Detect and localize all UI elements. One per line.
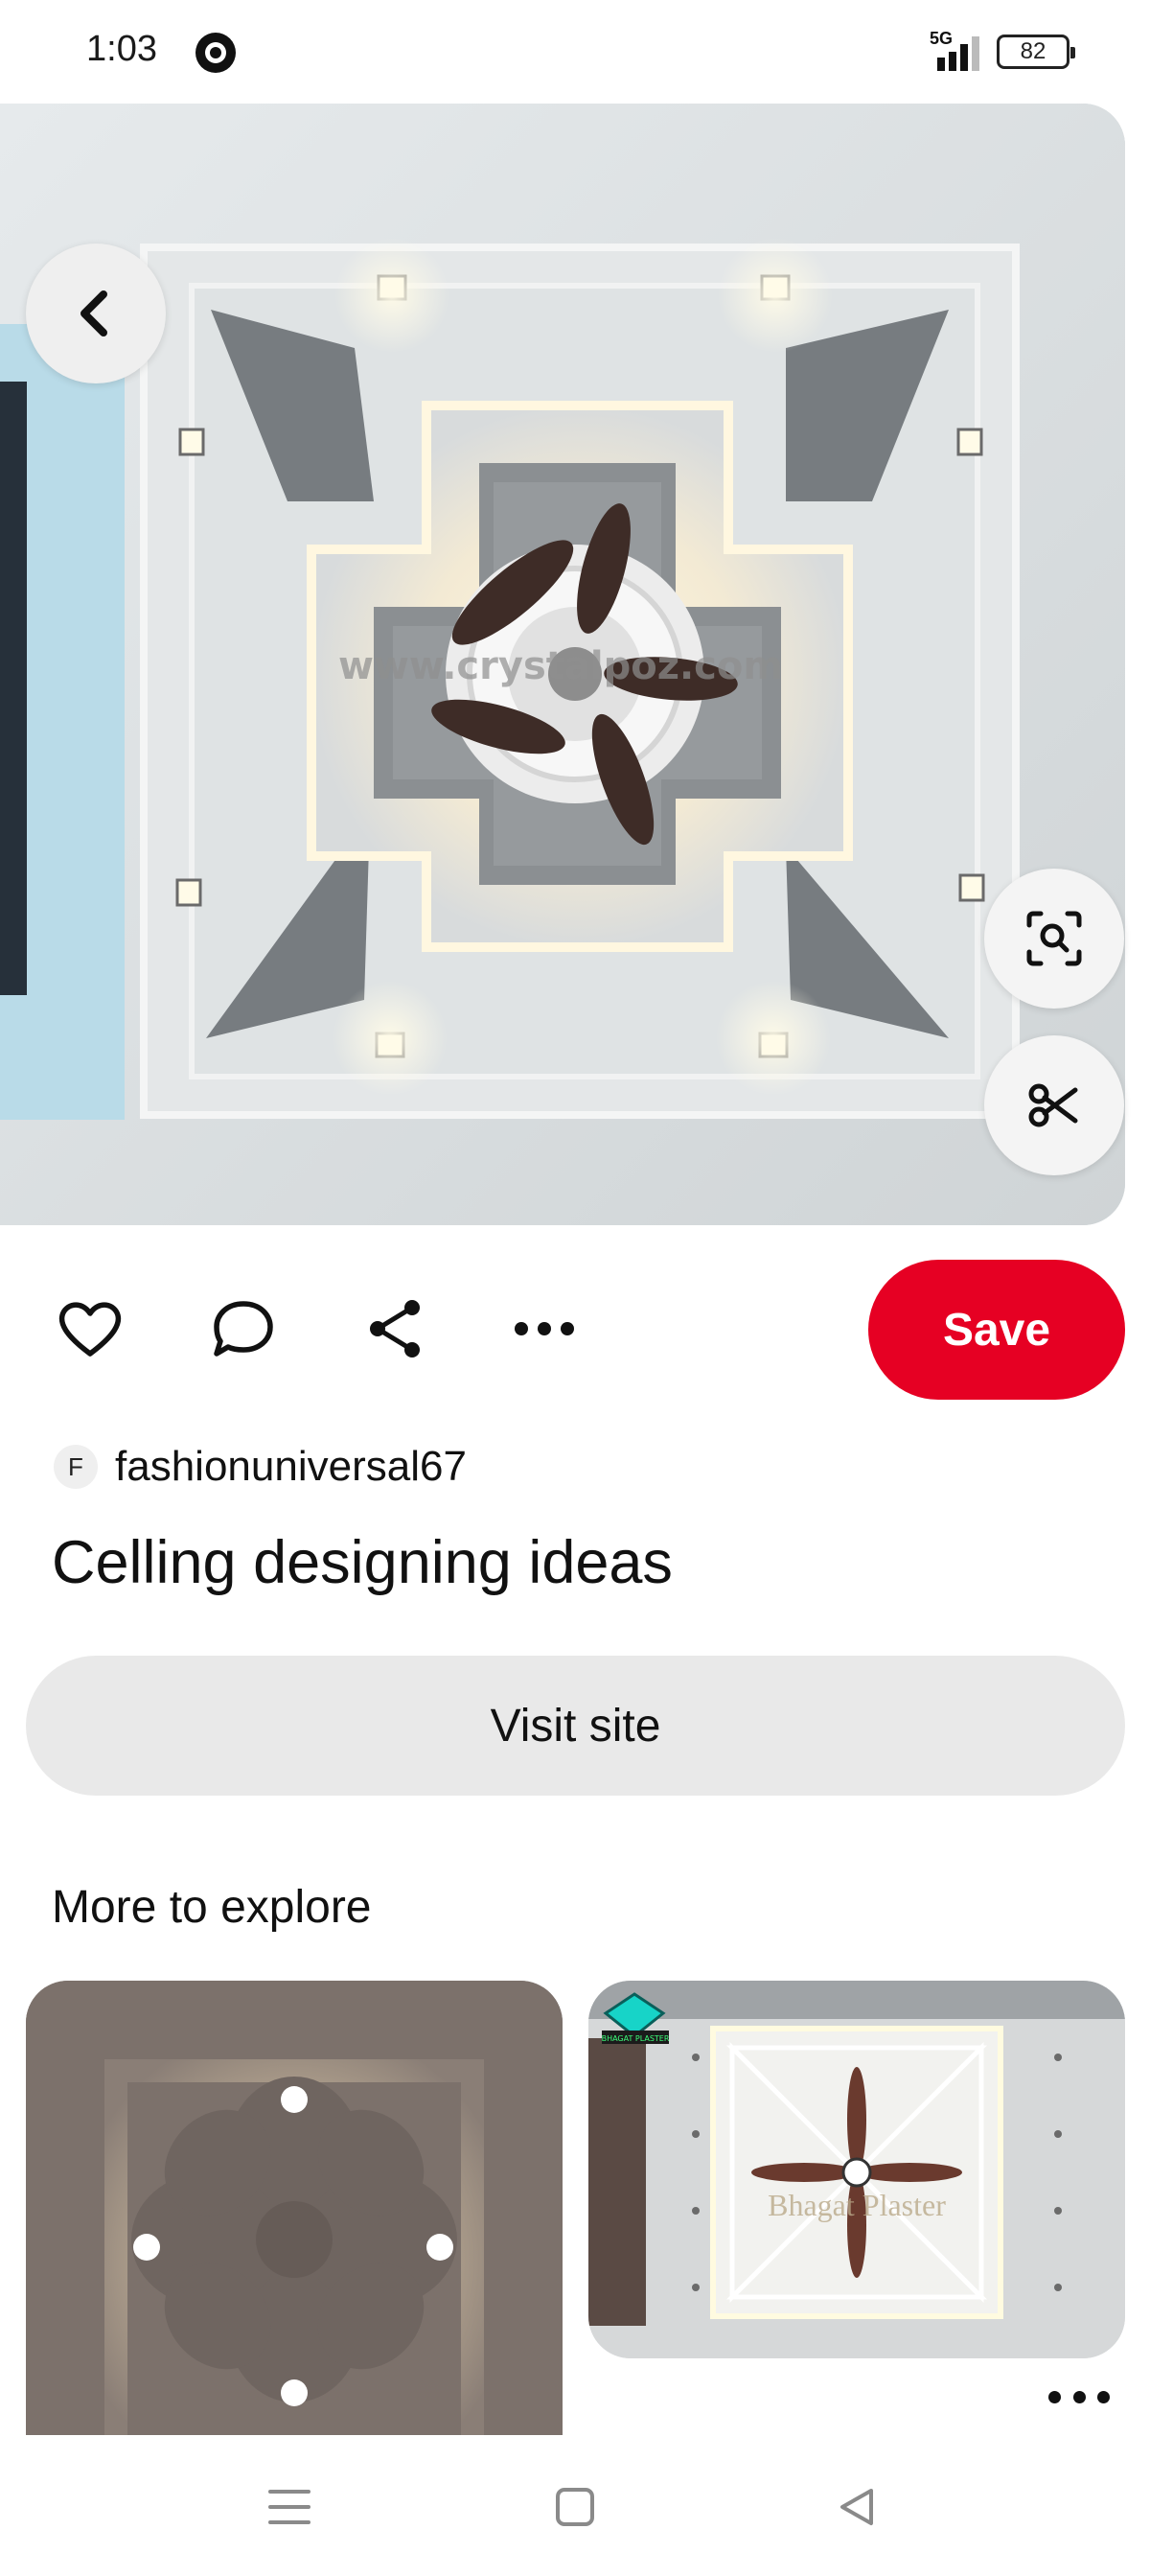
scissors-icon — [1028, 1083, 1078, 1127]
card-watermark: Bhagat Plaster — [768, 2188, 946, 2222]
visit-site-button[interactable]: Visit site — [26, 1656, 1125, 1796]
more-dot-icon — [1048, 2390, 1061, 2403]
like-button[interactable] — [52, 1290, 128, 1367]
back-button[interactable] — [26, 244, 166, 383]
network-type: 5G — [930, 29, 954, 48]
battery-level: 82 — [1020, 38, 1046, 64]
save-button[interactable]: Save — [868, 1260, 1125, 1400]
pin-image[interactable]: www.crystalpoz.com — [0, 104, 1125, 1225]
more-icon — [515, 1322, 574, 1335]
card-more-button[interactable] — [1048, 2378, 1110, 2416]
visual-search-icon — [1026, 911, 1082, 966]
svg-text:BHAGAT PLASTER: BHAGAT PLASTER — [602, 2034, 670, 2043]
chevron-left-icon — [80, 290, 107, 337]
menu-icon — [268, 2490, 310, 2524]
more-options-button[interactable] — [506, 1290, 583, 1367]
home-square-icon — [556, 2488, 594, 2526]
flower-ceiling-image — [26, 1981, 563, 2441]
system-back-button[interactable] — [818, 2473, 895, 2541]
app-notification-icon — [196, 33, 236, 73]
avatar[interactable]: F — [54, 1445, 98, 1489]
visual-search-button[interactable] — [984, 869, 1124, 1009]
pin-actions: Save — [0, 1260, 1150, 1400]
creator-info[interactable]: F fashionuniversal67 — [54, 1440, 467, 1494]
signal-icon: 5G — [922, 29, 987, 71]
system-nav-bar — [0, 2435, 1150, 2576]
status-time: 1:03 — [86, 29, 157, 69]
comment-button[interactable] — [205, 1290, 282, 1367]
more-dot-icon — [1072, 2390, 1086, 2403]
explore-card[interactable]: Bhagat Plaster BHAGAT PLASTER — [588, 1981, 1125, 2358]
more-to-explore-title: More to explore — [52, 1882, 372, 1933]
comment-icon — [214, 1301, 273, 1357]
fan-ceiling-image: Bhagat Plaster BHAGAT PLASTER — [588, 1981, 1125, 2358]
back-triangle-icon — [840, 2489, 873, 2525]
home-button[interactable] — [537, 2473, 613, 2541]
recent-apps-button[interactable] — [251, 2473, 328, 2541]
cutout-button[interactable] — [984, 1035, 1124, 1175]
explore-card[interactable] — [26, 1981, 563, 2441]
pin-title: Celling designing ideas — [52, 1529, 673, 1596]
status-bar: 1:03 5G 82 — [0, 0, 1150, 104]
creator-name[interactable]: fashionuniversal67 — [115, 1443, 467, 1491]
share-button[interactable] — [358, 1290, 435, 1367]
heart-icon — [58, 1302, 122, 1357]
more-dot-icon — [1097, 2390, 1110, 2403]
share-icon — [370, 1300, 420, 1358]
image-watermark: www.crystalpoz.com — [338, 644, 783, 688]
ceiling-design-image: www.crystalpoz.com — [0, 104, 1125, 1225]
battery-icon: 82 — [997, 35, 1075, 69]
